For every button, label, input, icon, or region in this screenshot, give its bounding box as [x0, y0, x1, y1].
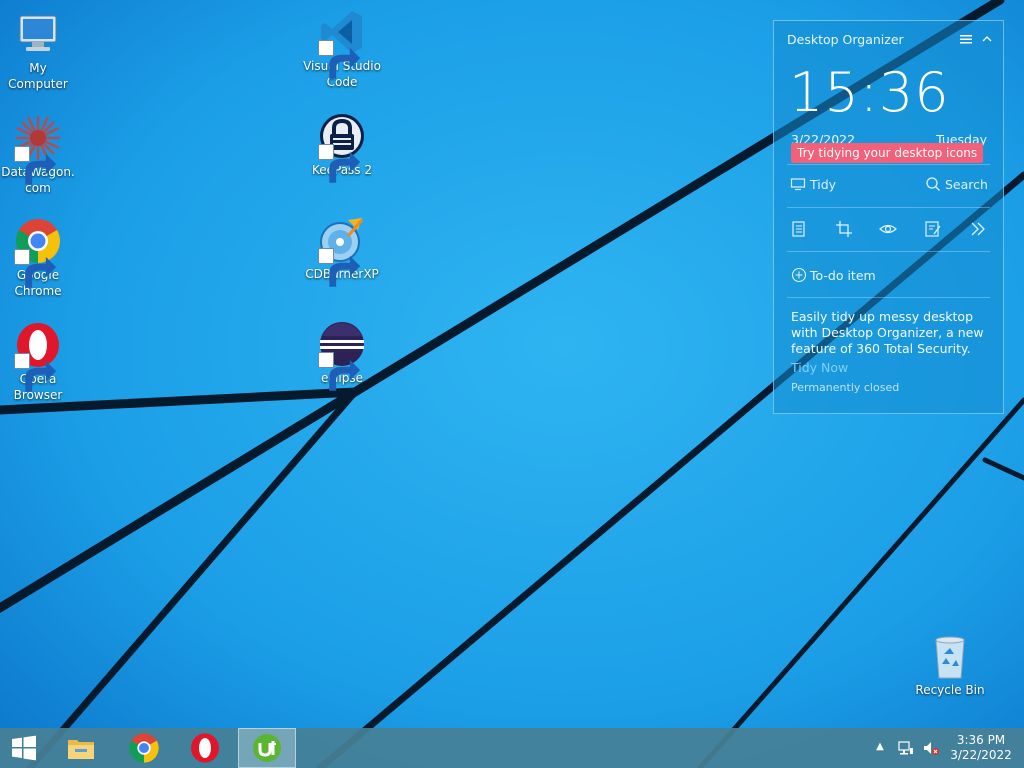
desktop-icon-label: My Computer	[8, 61, 68, 91]
crop-icon[interactable]	[835, 220, 853, 238]
search-label: Search	[945, 176, 988, 192]
desktop-icon-label: Recycle Bin	[915, 683, 985, 697]
clock-time: 3:36 PM	[956, 733, 1006, 747]
search-icon	[926, 177, 940, 191]
show-hidden-icons-icon[interactable]: ▲	[873, 740, 887, 754]
desktop-icon-eclipse[interactable]: eclipse	[297, 320, 387, 391]
desktop-organizer-panel: Desktop Organizer 15:36 3/22/2022 Tuesda…	[773, 20, 1004, 414]
organizer-clock: 15:36	[789, 61, 950, 124]
shortcut-arrow-icon	[318, 352, 361, 391]
divider	[787, 251, 990, 252]
eclipse-icon	[318, 320, 366, 391]
tidy-button[interactable]: Tidy	[790, 176, 836, 192]
desktop-icon-opera-browser[interactable]: Opera Browser	[0, 321, 83, 403]
volume-muted-icon[interactable]	[922, 739, 940, 757]
keepass-lock-icon	[318, 112, 366, 183]
cdburnerxp-disc-icon	[318, 216, 366, 287]
shortcut-arrow-icon	[318, 248, 361, 287]
note-edit-icon[interactable]	[924, 220, 942, 238]
shortcut-arrow-icon	[318, 40, 361, 79]
taskbar-google-chrome[interactable]	[116, 728, 172, 768]
todo-label: To-do item	[810, 267, 876, 283]
desktop-icon-cdburnerxp[interactable]: CDBurnerXP	[297, 216, 387, 287]
system-clock[interactable]: 3:36 PM 3/22/2022	[948, 733, 1014, 763]
start-button[interactable]	[0, 728, 48, 768]
opera-icon	[14, 321, 62, 392]
windows-logo-icon	[12, 735, 36, 761]
taskbar-utorrent[interactable]	[238, 728, 296, 768]
desktop-icon-recycle-bin[interactable]: Recycle Bin	[905, 632, 995, 698]
chevron-up-icon[interactable]	[980, 31, 994, 45]
taskbar: ▲ 3:36 PM 3/22/2022	[0, 728, 1024, 768]
tidy-label: Tidy	[810, 176, 837, 192]
divider	[787, 297, 990, 298]
recycle-bin-icon	[926, 632, 974, 680]
datawagon-icon	[14, 114, 62, 185]
shortcut-arrow-icon	[318, 144, 361, 183]
opera-icon	[191, 733, 219, 763]
tidy-tooltip[interactable]: Try tidying your desktop icons	[791, 143, 984, 163]
utorrent-icon	[253, 734, 281, 762]
eye-icon[interactable]	[879, 220, 897, 238]
taskbar-opera[interactable]	[177, 728, 233, 768]
tidy-now-link[interactable]: Tidy Now	[791, 360, 848, 375]
divider	[787, 207, 990, 208]
desktop-icon-datawagon[interactable]: DataWagon. com	[0, 114, 83, 196]
clock-date: 3/22/2022	[950, 748, 1012, 762]
double-chevron-right-icon[interactable]	[969, 220, 987, 238]
shortcut-arrow-icon	[14, 249, 57, 288]
search-button[interactable]: Search	[925, 176, 988, 192]
permanently-closed-link[interactable]: Permanently closed	[791, 381, 899, 394]
shortcut-arrow-icon	[14, 353, 57, 392]
desktop-icon-my-computer[interactable]: My Computer	[0, 10, 83, 92]
folder-icon	[68, 740, 94, 759]
chrome-icon	[14, 217, 62, 288]
todo-item-button[interactable]: To-do item	[791, 267, 876, 283]
computer-icon	[14, 10, 62, 58]
network-icon[interactable]	[897, 739, 915, 757]
notebook-icon[interactable]	[790, 220, 808, 238]
organizer-description: Easily tidy up messy desktop with Deskto…	[791, 309, 984, 356]
taskbar-file-explorer[interactable]	[53, 728, 109, 768]
divider	[787, 164, 990, 165]
monitor-icon	[790, 178, 806, 191]
organizer-title: Desktop Organizer	[787, 32, 904, 47]
desktop-icon-google-chrome[interactable]: Google Chrome	[0, 217, 83, 299]
desktop-icon-keepass[interactable]: KeePass 2	[297, 112, 387, 183]
shortcut-arrow-icon	[14, 146, 57, 185]
vscode-icon	[318, 8, 366, 79]
desktop-icon-visual-studio-code[interactable]: Visual Studio Code	[297, 8, 387, 90]
hamburger-menu-icon[interactable]	[959, 31, 973, 45]
plus-circle-icon	[791, 267, 807, 283]
chrome-icon	[129, 733, 159, 763]
